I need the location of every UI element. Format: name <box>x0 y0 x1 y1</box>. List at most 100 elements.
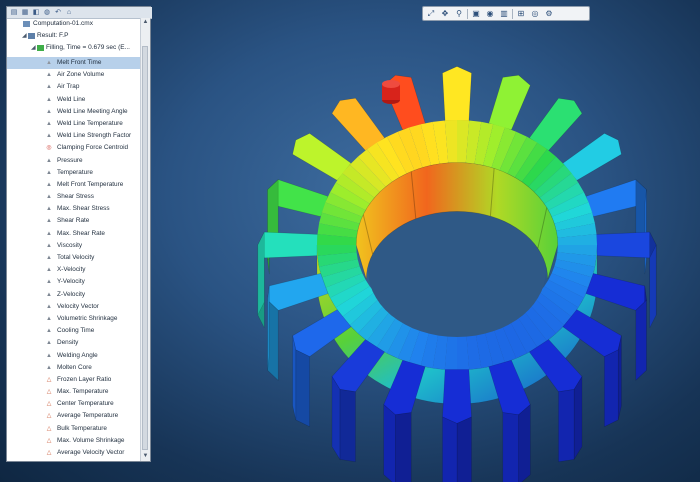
measure-icon[interactable]: ⊞ <box>515 8 527 19</box>
tree-item-result[interactable]: ◢ Result: F.P <box>7 30 139 42</box>
gear-tooth-top <box>488 74 531 131</box>
scroll-thumb[interactable] <box>142 46 148 450</box>
triangle-icon: ▲ <box>46 242 52 249</box>
view-toolbar: ⤢ ✥ ⚲ ▣ ◉ ▥ ⊞ ◎ ⚙ <box>422 6 590 21</box>
tree-item[interactable]: ▲ Molten Core <box>7 362 141 374</box>
tree-item[interactable]: ▲ Density <box>7 337 141 349</box>
gear-tooth-side <box>604 349 619 428</box>
tree-item-label: Average Velocity Vector <box>57 449 125 456</box>
tree-item-label: Density <box>57 339 79 347</box>
settings-icon[interactable]: ⚙ <box>543 8 555 19</box>
scroll-up-icon[interactable]: ▲ <box>141 18 150 27</box>
tree-item[interactable]: △ Average Velocity Vector <box>7 447 141 459</box>
tree-tool-1-icon[interactable]: ▤ <box>9 8 19 17</box>
gear-tooth-side <box>339 389 356 463</box>
gear-tooth-top <box>596 231 657 259</box>
tree-item[interactable]: △ Average Temperature <box>7 410 141 422</box>
tree-item[interactable]: ▲ Melt Front Time <box>7 57 141 70</box>
gate-marker-icon[interactable] <box>382 80 400 104</box>
tree-header: Computation-01.cmx ◢ Result: F.P ◢ Filli… <box>7 18 139 54</box>
tree-item[interactable]: ▲ Max. Shear Rate <box>7 228 141 240</box>
gear-tooth-side <box>518 403 531 482</box>
tree-item-label: Temperature <box>57 168 93 176</box>
tree-item-label: Total Velocity <box>57 254 95 261</box>
tree-item[interactable]: ▲ Weld Line Meeting Angle <box>7 106 141 118</box>
result-list: ▲ Melt Front Time ▲ Air Zone Volume ▲ Air Tra… <box>7 57 141 459</box>
tree-item[interactable]: ▲ Temperature <box>7 167 141 179</box>
triangle-icon: ▲ <box>46 303 52 310</box>
gear-tooth-side <box>617 335 622 420</box>
tree-item-label: Max. Volume Shrinkage <box>57 436 125 444</box>
gear-tooth-side <box>292 335 297 420</box>
toolbar-separator <box>512 8 513 19</box>
tree-item-label: Melt Front Temperature <box>57 180 124 188</box>
tree-tool-2-icon[interactable]: ▦ <box>20 8 30 17</box>
tree-item-label: Shear Rate <box>57 217 90 225</box>
tree-item-label: Melt Front Time <box>57 59 102 66</box>
triangle-icon: ▲ <box>46 267 52 274</box>
tree-item[interactable]: ▲ Weld Line Strength Factor <box>7 130 141 142</box>
tree-tool-6-icon[interactable]: ⌂ <box>64 8 74 17</box>
gear-tooth-top <box>442 66 472 121</box>
display-mode-icon[interactable]: ◉ <box>484 8 496 19</box>
triangle-outline-icon: △ <box>46 425 52 432</box>
target-icon: ◎ <box>46 145 52 152</box>
fit-view-icon[interactable]: ⤢ <box>425 8 437 19</box>
tree-item[interactable]: ▲ Cooling Time <box>7 325 141 337</box>
clip-plane-icon[interactable]: ▥ <box>498 8 510 19</box>
tree-item-label: Velocity Vector <box>57 302 99 310</box>
tree-item-label: Weld Line <box>57 95 86 103</box>
tree-item[interactable]: ▲ Air Trap <box>7 81 141 93</box>
expand-arrow-icon[interactable]: ◢ <box>31 42 36 54</box>
triangle-icon: ▲ <box>46 230 52 237</box>
tree-tool-5-icon[interactable]: ↶ <box>53 8 63 17</box>
tree-item-label: Bulk Temperature <box>57 424 107 432</box>
view-cube-icon[interactable]: ▣ <box>470 8 482 19</box>
tree-item[interactable]: ▲ Melt Front Temperature <box>7 179 141 191</box>
tree-item[interactable]: ◎ Clamping Force Centroid <box>7 142 141 154</box>
gear-tooth-side <box>395 412 412 482</box>
tree-item-file[interactable]: Computation-01.cmx <box>7 18 139 30</box>
scroll-down-icon[interactable]: ▼ <box>141 452 150 461</box>
expand-arrow-icon[interactable]: ◢ <box>22 30 27 42</box>
tree-item[interactable]: △ Max. Volume Shrinkage <box>7 435 141 447</box>
tree-item-label: Weld Line Temperature <box>57 119 123 127</box>
tree-item-label: Viscosity <box>57 241 83 249</box>
tree-item[interactable]: ▲ Total Velocity <box>7 252 141 264</box>
triangle-icon: ▲ <box>46 364 52 371</box>
tree-item[interactable]: △ Frozen Layer Ratio <box>7 374 141 386</box>
tree-item[interactable]: ▲ Shear Rate <box>7 215 141 227</box>
tree-item[interactable]: ▲ Pressure <box>7 155 141 167</box>
tree-item[interactable]: ▲ Air Zone Volume <box>7 69 141 81</box>
gear-tooth-side <box>649 244 657 329</box>
tree-item-label: Welding Angle <box>57 351 98 359</box>
tree-item[interactable]: ▲ Velocity Vector <box>7 301 141 313</box>
tree-item-label: Center Temperature <box>57 400 114 408</box>
tree-item[interactable]: ▲ Volumetric Shrinkage <box>7 313 141 325</box>
gear-tooth-side <box>257 231 265 316</box>
gear-tooth-top <box>585 273 647 311</box>
visibility-eye-icon[interactable]: ◎ <box>529 8 541 19</box>
tree-item[interactable]: ▲ Welding Angle <box>7 350 141 362</box>
tree-tool-3-icon[interactable]: ◧ <box>31 8 41 17</box>
tree-item[interactable]: ▲ Shear Stress <box>7 191 141 203</box>
zoom-icon[interactable]: ⚲ <box>453 8 465 19</box>
tree-item[interactable]: ▲ X-Velocity <box>7 264 141 276</box>
tree-item[interactable]: △ Max. Temperature <box>7 386 141 398</box>
tree-item-label: Air Trap <box>57 83 80 91</box>
tree-item[interactable]: ▲ Max. Shear Stress <box>7 203 141 215</box>
tree-item[interactable]: △ Bulk Temperature <box>7 423 141 435</box>
move-view-icon[interactable]: ✥ <box>439 8 451 19</box>
tree-item[interactable]: ▲ Weld Line Temperature <box>7 118 141 130</box>
tree-item[interactable]: ▲ Viscosity <box>7 240 141 252</box>
tree-tool-4-icon[interactable]: ◍ <box>42 8 52 17</box>
tree-item[interactable]: ▲ Z-Velocity <box>7 289 141 301</box>
filling-label: Filling, Time = 0.679 sec (E... <box>46 44 130 51</box>
tree-item[interactable]: ▲ Weld Line <box>7 94 141 106</box>
tree-scrollbar[interactable]: ▲ ▼ <box>140 18 150 461</box>
tree-item[interactable]: △ Center Temperature <box>7 398 141 410</box>
tree-item-label: Pressure <box>57 156 83 164</box>
tree-item[interactable]: ▲ Y-Velocity <box>7 276 141 288</box>
result-label: Result: F.P <box>37 32 69 39</box>
tree-item-filling[interactable]: ◢ Filling, Time = 0.679 sec (E... <box>7 42 139 54</box>
